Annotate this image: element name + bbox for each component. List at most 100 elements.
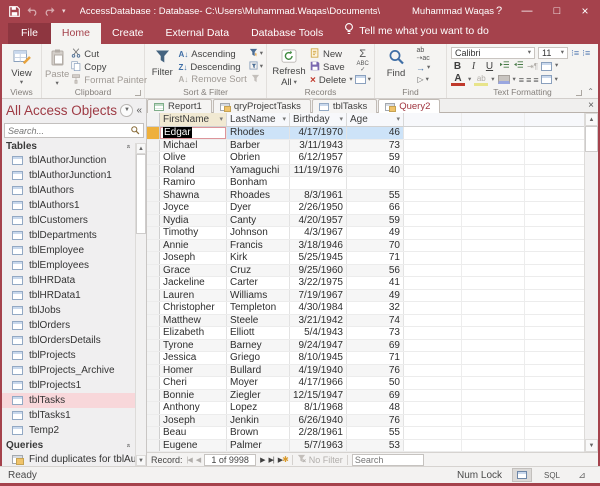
record-search-input[interactable] <box>352 454 424 466</box>
table-row[interactable]: Ramiro Bonham <box>147 177 598 190</box>
redo-icon[interactable] <box>44 6 56 16</box>
customize-qat-icon[interactable]: ▾ <box>62 7 66 15</box>
cell-lastname[interactable]: Steele <box>227 315 290 327</box>
cell-firstname[interactable]: Anthony <box>160 402 227 414</box>
borders-icon[interactable] <box>541 62 552 71</box>
row-selector[interactable] <box>147 440 160 452</box>
cell-birthday[interactable]: 6/26/1940 <box>290 415 347 427</box>
cell-firstname[interactable]: Tyrone <box>160 340 227 352</box>
cell-age[interactable]: 41 <box>347 277 404 289</box>
cell-firstname[interactable]: Timothy <box>160 227 227 239</box>
close-object-icon[interactable]: × <box>588 99 594 113</box>
cell-age[interactable]: 53 <box>347 440 404 452</box>
cell-birthday[interactable]: 3/21/1942 <box>290 315 347 327</box>
user-name[interactable]: Muhammad Waqas <box>412 6 494 17</box>
table-row[interactable]: Joseph Kirk 5/25/1945 71 <box>147 252 598 265</box>
sidebar-item-table[interactable]: tblProjects_Archive <box>2 363 136 378</box>
selection-filter-button[interactable]: ▾ <box>249 61 263 74</box>
scrollbar-thumb[interactable] <box>136 154 146 234</box>
table-row[interactable]: Roland Yamaguchi 11/19/1976 40 <box>147 165 598 178</box>
cell-age[interactable]: 50 <box>347 377 404 389</box>
cell-birthday[interactable]: 9/24/1947 <box>290 340 347 352</box>
row-selector[interactable] <box>147 377 160 389</box>
format-painter-button[interactable]: Format Painter <box>71 74 147 87</box>
row-selector[interactable] <box>147 315 160 327</box>
previous-record-icon[interactable]: ◀ <box>196 456 200 464</box>
sidebar-item-table[interactable]: tblEmployees <box>2 258 136 273</box>
table-row[interactable]: Timothy Johnson 4/3/1967 49 <box>147 227 598 240</box>
scroll-up-icon[interactable]: ▲ <box>136 143 146 154</box>
row-selector[interactable] <box>147 215 160 227</box>
cell-firstname[interactable]: Beau <box>160 427 227 439</box>
cell-birthday[interactable]: 2/28/1961 <box>290 427 347 439</box>
table-row[interactable]: Grace Cruz 9/25/1960 56 <box>147 265 598 278</box>
row-selector[interactable] <box>147 265 160 277</box>
cell-lastname[interactable]: Jenkin <box>227 415 290 427</box>
cell-age[interactable]: 40 <box>347 165 404 177</box>
spelling-button[interactable]: ABC✓ <box>355 61 371 74</box>
cell-age[interactable]: 71 <box>347 352 404 364</box>
cell-lastname[interactable]: Palmer <box>227 440 290 452</box>
cell-birthday[interactable]: 7/19/1967 <box>290 290 347 302</box>
row-selector[interactable] <box>147 177 160 189</box>
cut-button[interactable]: Cut <box>71 48 147 61</box>
background-color-button[interactable] <box>498 75 510 84</box>
cell-firstname[interactable]: Lauren <box>160 290 227 302</box>
cell-birthday[interactable]: 11/19/1976 <box>290 165 347 177</box>
cell-age[interactable]: 59 <box>347 215 404 227</box>
scrollbar-thumb[interactable] <box>585 126 598 152</box>
cell-firstname[interactable]: Jackeline <box>160 277 227 289</box>
sidebar-item-table[interactable]: tblDepartments <box>2 228 136 243</box>
cell-lastname[interactable]: Rhoades <box>227 190 290 202</box>
cell-age[interactable]: 56 <box>347 265 404 277</box>
cell-birthday[interactable]: 12/15/1947 <box>290 390 347 402</box>
cell-lastname[interactable]: Barney <box>227 340 290 352</box>
collapse-ribbon-icon[interactable]: ⌃ <box>587 87 594 96</box>
bullets-icon[interactable]: ⁝≡ <box>571 48 579 59</box>
row-selector[interactable] <box>147 140 160 152</box>
font-size-select[interactable]: 11 ▾ <box>538 47 568 59</box>
cell-lastname[interactable]: Templeton <box>227 302 290 314</box>
cell-lastname[interactable]: Carter <box>227 277 290 289</box>
advanced-filter-button[interactable]: ▾ <box>249 48 263 61</box>
tab-home[interactable]: Home <box>51 23 101 44</box>
table-row[interactable]: Jackeline Carter 3/22/1975 41 <box>147 277 598 290</box>
tab-database-tools[interactable]: Database Tools <box>240 23 334 44</box>
table-row[interactable]: Homer Bullard 4/19/1940 76 <box>147 365 598 378</box>
save-record-button[interactable]: Save <box>310 61 353 74</box>
remove-sort-button[interactable]: A↓ Remove Sort <box>179 73 247 86</box>
table-row[interactable]: Matthew Steele 3/21/1942 74 <box>147 315 598 328</box>
column-header-birthday[interactable]: Birthday▾ <box>290 113 347 126</box>
cell-firstname[interactable]: Elizabeth <box>160 327 227 339</box>
table-row[interactable]: Shawna Rhoades 8/3/1961 55 <box>147 190 598 203</box>
find-button[interactable]: Find <box>378 47 414 86</box>
toggle-filter-button[interactable] <box>249 73 263 86</box>
cell-firstname[interactable]: Roland <box>160 165 227 177</box>
cell-firstname[interactable]: Michael <box>160 140 227 152</box>
row-selector[interactable] <box>147 302 160 314</box>
table-row[interactable]: Annie Francis 3/18/1946 70 <box>147 240 598 253</box>
cell-age[interactable]: 66 <box>347 202 404 214</box>
sidebar-item-table[interactable]: tblAuthors <box>2 183 136 198</box>
sidebar-item-table[interactable]: tblCustomers <box>2 213 136 228</box>
maximize-button[interactable]: □ <box>544 0 570 22</box>
row-selector[interactable] <box>147 127 160 139</box>
italic-button[interactable]: I <box>467 61 480 72</box>
tab-file[interactable]: File <box>8 23 51 44</box>
filter-button[interactable]: Filter <box>148 47 177 86</box>
row-selector[interactable] <box>147 365 160 377</box>
table-row[interactable]: Joseph Jenkin 6/26/1940 76 <box>147 415 598 428</box>
column-dropdown-icon[interactable]: ▾ <box>396 117 400 123</box>
paste-button[interactable]: Paste ▾ <box>45 47 69 86</box>
row-selector[interactable] <box>147 352 160 364</box>
row-selector[interactable] <box>147 327 160 339</box>
goto-button[interactable]: →▾ <box>416 62 430 74</box>
record-position-box[interactable]: 1 of 9998 <box>204 454 256 466</box>
cell-lastname[interactable]: Canty <box>227 215 290 227</box>
cell-firstname[interactable]: Homer <box>160 365 227 377</box>
cell-lastname[interactable]: Elliott <box>227 327 290 339</box>
sidebar-item-table[interactable]: tblProjects <box>2 348 136 363</box>
row-selector[interactable] <box>147 202 160 214</box>
sidebar-item-table[interactable]: tblOrders <box>2 318 136 333</box>
cell-lastname[interactable]: Dyer <box>227 202 290 214</box>
